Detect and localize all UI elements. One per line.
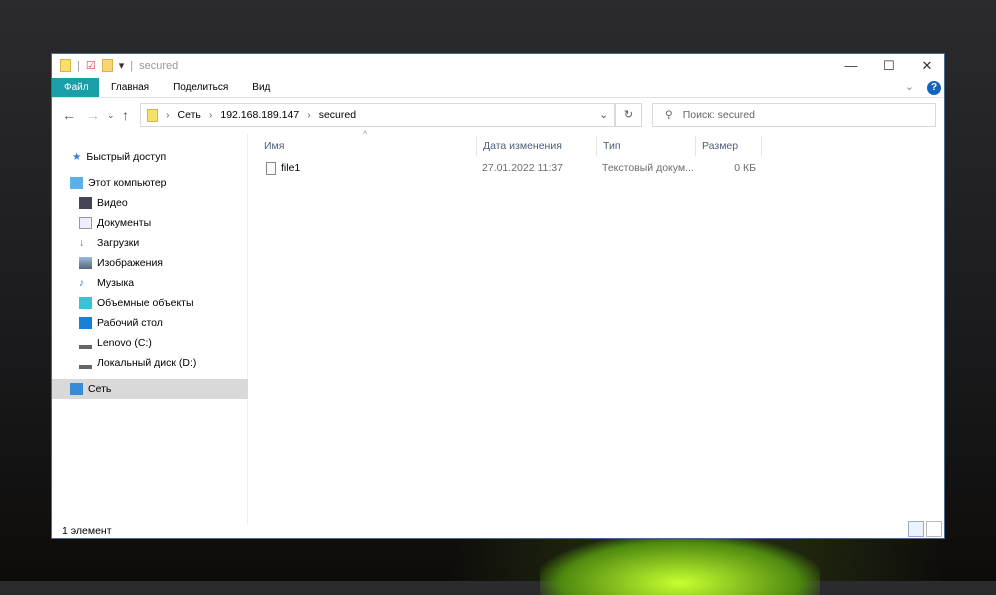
explorer-window: | ☑ ▾ | secured — ☐ ✕ Файл Главная Подели… [51, 53, 945, 539]
title-bar: | ☑ ▾ | secured — ☐ ✕ [52, 54, 944, 78]
recent-dropdown[interactable]: ⌄ [107, 110, 115, 121]
back-button[interactable]: ← [62, 107, 76, 123]
wallpaper-tent [540, 535, 820, 595]
file-type: Текстовый докум... [602, 162, 694, 174]
label: Документы [97, 217, 152, 229]
network-icon [70, 383, 83, 395]
download-icon: ↓ [79, 237, 85, 249]
sidebar-item-desktop[interactable]: Рабочий стол [52, 313, 248, 333]
sidebar-item-quick-access[interactable]: ★ Быстрый доступ [52, 147, 248, 167]
tab-view[interactable]: Вид [240, 78, 282, 97]
text-file-icon [266, 161, 276, 175]
label: Объемные объекты [97, 297, 194, 309]
sidebar-item-music[interactable]: ♪ Музыка [52, 273, 248, 293]
close-button[interactable]: ✕ [908, 54, 946, 78]
label: Этот компьютер [88, 177, 167, 189]
desktop-icon [79, 317, 92, 329]
sidebar-item-pictures[interactable]: Изображения [52, 253, 248, 273]
ribbon-tabs: Файл Главная Поделиться Вид ⌄ ? [52, 78, 944, 98]
new-folder-icon[interactable] [101, 59, 113, 72]
forward-button[interactable]: → [86, 107, 100, 123]
computer-icon [70, 177, 83, 189]
column-type[interactable]: Тип [597, 136, 696, 156]
breadcrumb-host[interactable]: 192.168.189.147 [220, 109, 299, 121]
label: Локальный диск (D:) [97, 357, 197, 369]
status-text: 1 элемент [62, 525, 112, 537]
maximize-button[interactable]: ☐ [870, 54, 908, 78]
sidebar-item-this-pc[interactable]: Этот компьютер [52, 173, 248, 193]
drive-icon [79, 337, 92, 349]
file-size: 0 КБ [734, 162, 756, 174]
window-title: secured [139, 59, 179, 72]
tab-file[interactable]: Файл [52, 78, 99, 97]
tab-share[interactable]: Поделиться [161, 78, 240, 97]
column-date[interactable]: Дата изменения [477, 136, 597, 156]
sidebar-item-drive-d[interactable]: Локальный диск (D:) [52, 353, 248, 373]
search-input[interactable]: ⚲ Поиск: secured [652, 103, 936, 127]
search-placeholder: Поиск: secured [682, 109, 755, 121]
sidebar-item-video[interactable]: Видео [52, 193, 248, 213]
star-icon: ★ [72, 151, 82, 163]
label: Загрузки [97, 237, 140, 249]
expand-ribbon-icon[interactable]: ⌄ [905, 80, 914, 93]
label: Lenovo (C:) [97, 337, 152, 349]
properties-icon[interactable]: ☑ [86, 59, 96, 72]
documents-icon [79, 217, 92, 229]
navigation-pane: ★ Быстрый доступ Этот компьютер Видео Док… [52, 134, 248, 524]
details-view-button[interactable] [908, 521, 924, 537]
address-row: ← → ⌄ ↑ › Сеть › 192.168.189.147 › secured … [52, 102, 944, 128]
pictures-icon [79, 257, 92, 269]
network-icon [60, 59, 71, 72]
label: Сеть [88, 383, 112, 395]
sidebar-item-3d-objects[interactable]: Объемные объекты [52, 293, 248, 313]
breadcrumb-folder[interactable]: secured [319, 109, 356, 121]
label: Изображения [97, 257, 163, 269]
customize-qa-icon[interactable]: ▾ [119, 59, 125, 72]
sidebar-item-downloads[interactable]: ↓ Загрузки [52, 233, 248, 253]
column-name[interactable]: Имя [258, 136, 477, 156]
sidebar-item-drive-c[interactable]: Lenovo (C:) [52, 333, 248, 353]
help-icon[interactable]: ? [927, 81, 941, 95]
sidebar-item-network[interactable]: Сеть [52, 379, 248, 399]
label: Музыка [97, 277, 135, 289]
label: Рабочий стол [97, 317, 163, 329]
address-bar[interactable]: › Сеть › 192.168.189.147 › secured ⌄ [140, 103, 615, 127]
network-icon [147, 108, 158, 122]
label: Видео [97, 197, 128, 209]
column-size[interactable]: Размер [696, 136, 762, 156]
file-name: file1 [281, 162, 301, 174]
refresh-button[interactable]: ↻ [615, 103, 642, 127]
large-icons-view-button[interactable] [926, 521, 942, 537]
sidebar-item-documents[interactable]: Документы [52, 213, 248, 233]
file-date: 27.01.2022 11:37 [482, 162, 563, 174]
label: Быстрый доступ [86, 151, 167, 163]
search-icon: ⚲ [665, 109, 673, 121]
up-button[interactable]: ↑ [122, 107, 129, 123]
minimize-button[interactable]: — [832, 54, 870, 78]
music-icon: ♪ [79, 277, 85, 289]
breadcrumb-network[interactable]: Сеть [178, 109, 201, 121]
drive-icon [79, 357, 92, 369]
3d-objects-icon [79, 297, 92, 309]
address-dropdown-icon[interactable]: ⌄ [599, 109, 608, 121]
video-icon [79, 197, 92, 209]
tab-home[interactable]: Главная [99, 78, 161, 97]
